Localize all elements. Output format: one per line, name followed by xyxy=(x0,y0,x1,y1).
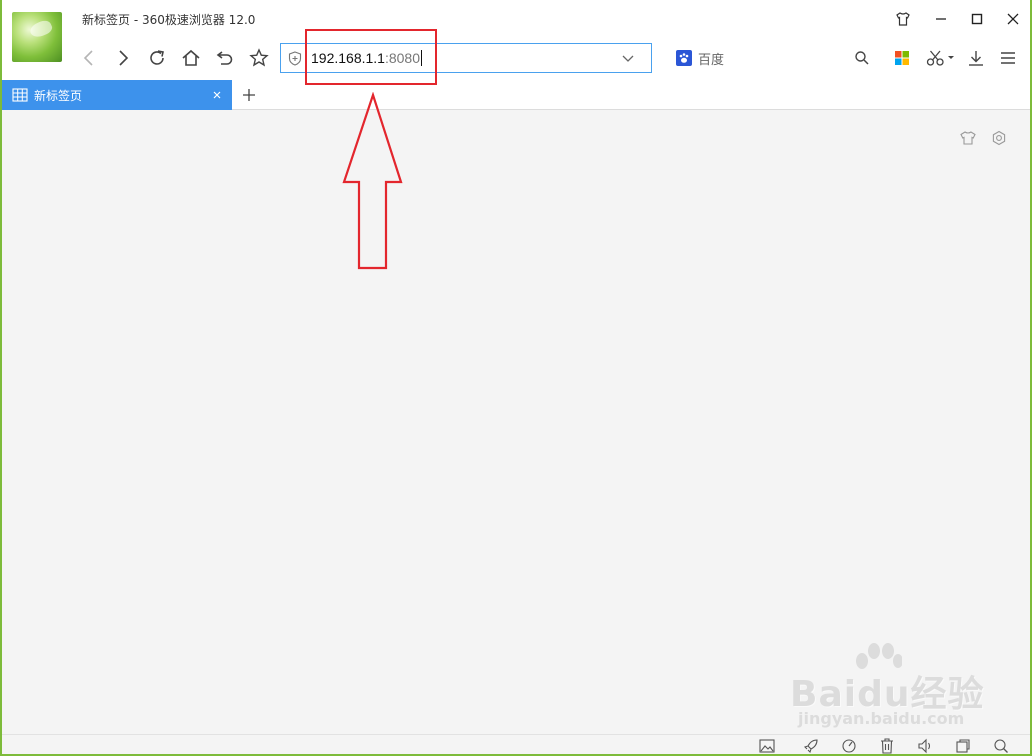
annotation-arrow-icon xyxy=(342,92,403,270)
menu-icon[interactable] xyxy=(998,47,1018,69)
window-icon[interactable] xyxy=(954,737,972,755)
settings-icon[interactable] xyxy=(989,128,1009,148)
status-bar xyxy=(2,734,1030,756)
trash-icon[interactable] xyxy=(878,737,896,755)
search-engine-label: 百度 xyxy=(698,52,725,68)
rocket-icon[interactable] xyxy=(802,737,820,755)
tab-new-tab[interactable]: 新标签页 xyxy=(2,80,232,110)
title-bar: 新标签页 - 360极速浏览器 12.0 192.168.1.1:8080 百度 xyxy=(0,0,1032,80)
plus-icon xyxy=(243,89,255,101)
tab-close-icon[interactable] xyxy=(210,88,224,102)
search-engine-selector[interactable]: 百度 xyxy=(676,49,725,68)
home-icon[interactable] xyxy=(179,46,203,70)
chevron-down-icon[interactable] xyxy=(621,53,635,63)
new-tab-button[interactable] xyxy=(239,85,259,105)
tab-strip: 新标签页 xyxy=(0,80,1032,110)
security-shield-icon[interactable] xyxy=(288,51,302,66)
tab-label: 新标签页 xyxy=(34,89,83,103)
reload-icon[interactable] xyxy=(145,46,169,70)
new-tab-page xyxy=(2,110,1030,734)
speed-icon[interactable] xyxy=(840,737,858,755)
baidu-jingyan-watermark: Baidu经验 jingyan.baidu.com xyxy=(790,643,990,735)
skin-icon[interactable] xyxy=(894,10,912,28)
download-icon[interactable] xyxy=(966,47,986,69)
baidu-paw-icon xyxy=(676,50,692,66)
scissors-icon[interactable] xyxy=(924,47,958,69)
zoom-icon[interactable] xyxy=(992,737,1010,755)
back-icon[interactable] xyxy=(77,46,101,70)
window-title: 新标签页 - 360极速浏览器 12.0 xyxy=(82,13,256,27)
minimize-icon[interactable] xyxy=(932,10,950,28)
star-icon[interactable] xyxy=(247,46,271,70)
browser-logo xyxy=(12,12,62,62)
undo-icon[interactable] xyxy=(213,46,237,70)
close-icon[interactable] xyxy=(1004,10,1022,28)
apps-icon[interactable] xyxy=(892,47,912,69)
search-icon[interactable] xyxy=(852,47,872,69)
maximize-icon[interactable] xyxy=(968,10,986,28)
annotation-highlight-box xyxy=(305,29,437,85)
volume-icon[interactable] xyxy=(916,737,934,755)
watermark-url: jingyan.baidu.com xyxy=(798,709,965,728)
theme-skin-icon[interactable] xyxy=(958,128,978,148)
grid-icon xyxy=(12,88,28,102)
image-icon[interactable] xyxy=(758,737,776,755)
forward-icon[interactable] xyxy=(111,46,135,70)
